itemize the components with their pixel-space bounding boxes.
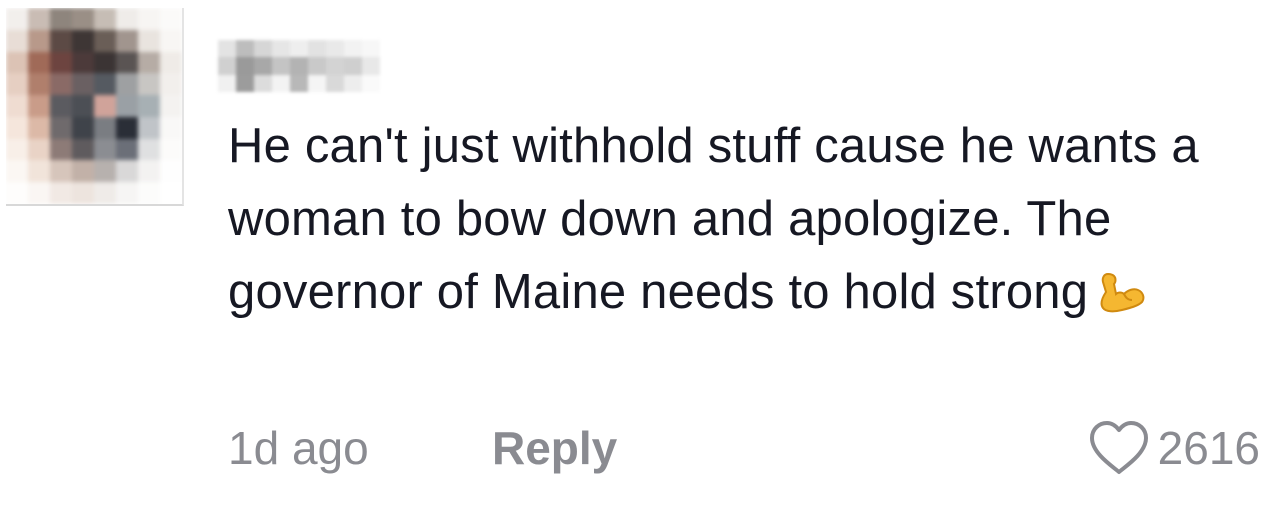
- reply-button[interactable]: Reply: [492, 418, 617, 478]
- avatar[interactable]: [6, 8, 184, 206]
- comment-meta: 1d ago Reply 2616: [228, 418, 1268, 478]
- comment-item: He can't just withhold stuff cause he wa…: [0, 0, 1280, 510]
- comment-text: He can't just withhold stuff cause he wa…: [228, 110, 1228, 335]
- flexed-biceps-icon: [1094, 262, 1146, 335]
- comment-body: He can't just withhold stuff cause he wa…: [228, 119, 1199, 319]
- username-redacted[interactable]: [218, 40, 380, 92]
- like-count: 2616: [1157, 422, 1260, 474]
- avatar-image-pixelated: [6, 8, 182, 204]
- heart-outline-icon: [1088, 420, 1150, 476]
- comment-timestamp: 1d ago: [228, 422, 369, 474]
- like-button[interactable]: 2616: [1088, 418, 1260, 478]
